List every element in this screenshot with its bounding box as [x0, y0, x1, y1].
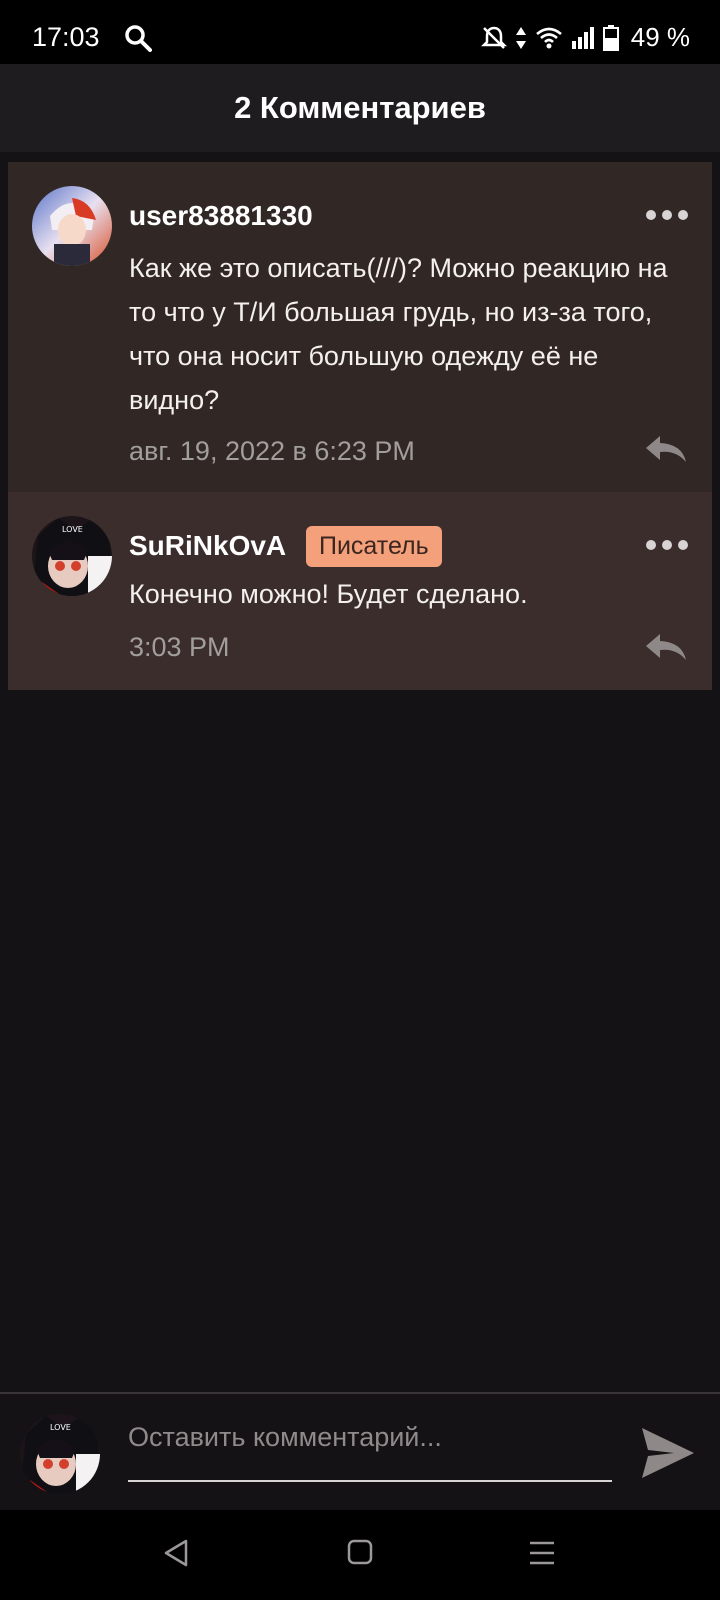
svg-text:LOVE: LOVE: [62, 525, 83, 534]
page-title: 2 Комментариев: [234, 90, 486, 125]
back-icon[interactable]: [162, 1538, 190, 1568]
battery-icon: [602, 24, 619, 51]
search-icon: [125, 25, 152, 52]
reply-icon[interactable]: [644, 632, 688, 662]
comment-item: LOVE SuRiNkOvA Писатель Конечно можно! Б…: [8, 492, 712, 690]
avatar[interactable]: [32, 186, 112, 266]
battery-percent: 49 %: [630, 22, 690, 52]
writer-badge: Писатель: [306, 526, 442, 567]
system-nav-bar: [0, 1510, 720, 1600]
more-options-icon[interactable]: [646, 210, 688, 220]
status-bar: 17:03 49 %: [0, 0, 720, 64]
comment-text: Конечно можно! Будет сделано.: [129, 579, 528, 609]
reply-icon[interactable]: [644, 434, 688, 464]
avatar[interactable]: LOVE: [32, 516, 112, 596]
send-icon[interactable]: [640, 1426, 696, 1480]
comment-timestamp: авг. 19, 2022 в 6:23 PM: [129, 436, 415, 466]
more-options-icon[interactable]: [646, 540, 688, 550]
data-arrows-icon: [515, 26, 526, 49]
home-icon[interactable]: [346, 1538, 374, 1566]
comment-username[interactable]: SuRiNkOvA: [129, 530, 286, 562]
status-icons: 49 %: [480, 22, 690, 53]
mute-icon: [480, 26, 507, 49]
status-time: 17:03: [32, 22, 100, 52]
comment-item: user83881330 Как же это описать(///)? Мо…: [8, 162, 712, 492]
comment-username[interactable]: user83881330: [129, 200, 313, 232]
comment-text: Как же это описать(///)? Можно реакцию н…: [129, 253, 668, 415]
wifi-icon: [535, 27, 562, 48]
signal-icon: [571, 26, 594, 49]
svg-text:LOVE: LOVE: [50, 1423, 71, 1432]
comment-timestamp: 3:03 PM: [129, 632, 230, 662]
comment-input[interactable]: Оставить комментарий...: [128, 1422, 612, 1482]
comment-compose-bar: LOVE Оставить комментарий...: [0, 1392, 720, 1512]
avatar: LOVE: [20, 1414, 100, 1494]
recent-apps-icon[interactable]: [528, 1540, 556, 1566]
comments-header: 2 Комментариев: [0, 64, 720, 152]
